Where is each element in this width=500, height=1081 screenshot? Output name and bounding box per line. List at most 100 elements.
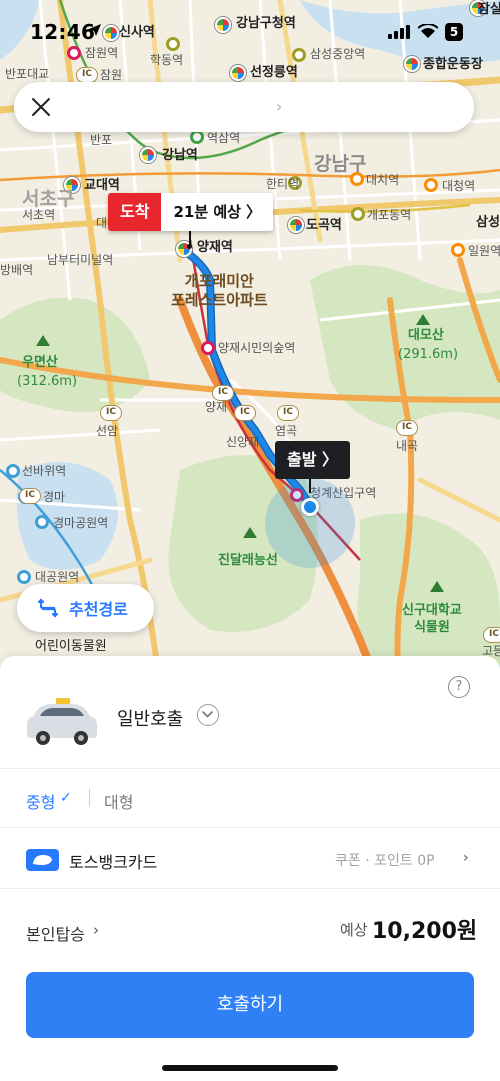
divider [0, 768, 500, 769]
check-icon: ✓ [60, 790, 72, 806]
map-label: 염곡 [275, 424, 298, 438]
map-label: 선정릉역 [250, 65, 298, 80]
ic-badge: IC [76, 67, 98, 83]
map-label: 진달래능선 [218, 553, 278, 568]
divider [0, 827, 500, 828]
close-icon[interactable] [30, 96, 52, 118]
map-label: 경마공원역 [53, 516, 109, 530]
payment-card-name[interactable]: 토스뱅크카드 [69, 849, 157, 873]
map-label: 강남구 [314, 153, 367, 175]
status-time: 12:46 [30, 20, 96, 44]
mountain-icon [243, 527, 257, 538]
map-label: 일원역 [468, 244, 500, 258]
recommend-route-button[interactable]: 추천경로 [17, 584, 154, 632]
map-label: 대치역 [366, 173, 400, 187]
self-ride-option[interactable]: 본인탑승 [26, 921, 85, 945]
ic-badge: IC [212, 385, 234, 401]
divider [0, 888, 500, 889]
map-pin-gangnam[interactable] [140, 147, 156, 163]
mountain-icon [36, 335, 50, 346]
home-indicator[interactable] [162, 1065, 338, 1071]
service-dropdown[interactable] [197, 704, 219, 726]
map-label-apartment: 개포래미안 포레스트아파트 [171, 272, 268, 309]
battery-icon: 5 [445, 23, 463, 41]
map-label: 반포 [90, 133, 113, 147]
map-pin-daegongwon[interactable] [17, 570, 31, 584]
call-taxi-button[interactable]: 호출하기 [26, 972, 474, 1038]
map-pin-ilwon[interactable] [451, 243, 465, 257]
map-label: 강남역 [162, 148, 198, 163]
ride-options-sheet: ? 일반호출 중형 ✓ 대형 토스뱅크카드 쿠폰 · 포인트 0P › 본인탑승… [0, 656, 500, 1081]
map-label: 대 [96, 216, 108, 230]
ic-badge: IC [19, 488, 41, 504]
coupon-points[interactable]: 쿠폰 · 포인트 0P [335, 850, 435, 870]
map-label: 선암 [96, 424, 119, 438]
map-label: 방배역 [0, 263, 34, 277]
map-pin-yeoksam[interactable] [190, 130, 204, 144]
arrive-point [187, 244, 192, 249]
ic-badge: IC [483, 627, 500, 643]
status-bar: 12:46 5 [0, 0, 500, 60]
map-label: 어린이동물원 [35, 639, 107, 654]
map-label: 남부터미널역 [47, 253, 114, 267]
cellular-signal-icon [388, 25, 410, 39]
wifi-icon [418, 24, 438, 38]
map-label: 선바위역 [22, 464, 67, 478]
map-pin-seonjeongneung[interactable] [230, 65, 246, 81]
map-pin-dogok[interactable] [288, 217, 304, 233]
map-label: (312.6m) [17, 374, 78, 389]
map-pin-gaepodong[interactable] [351, 207, 365, 221]
size-option-medium[interactable]: 중형 [26, 789, 55, 813]
map-label: 신양재 [226, 435, 260, 449]
depart-stem [309, 479, 311, 493]
map-label: 우면산 [22, 355, 58, 370]
arrival-label: 도착 [108, 193, 162, 231]
taxi-car-icon [27, 698, 97, 745]
divider [89, 789, 90, 807]
chevron-down-icon [202, 711, 213, 718]
map-label: 대모산 [408, 328, 444, 343]
map-label: 서초구 [22, 188, 75, 210]
estimate-label: 예상 [340, 921, 368, 939]
map-label: 대청역 [442, 179, 476, 193]
map-label: 한티역 [266, 177, 300, 191]
chevron-right-icon: › [93, 921, 99, 939]
ic-badge: IC [396, 420, 418, 436]
ic-badge: IC [100, 405, 122, 421]
map-label: 도곡역 [306, 218, 342, 233]
map-label: 신구대학교 식물원 [402, 603, 462, 635]
mountain-icon [416, 314, 430, 325]
ic-badge: IC [277, 405, 299, 421]
arrival-eta: 21분 예상 〉 [161, 193, 274, 231]
recommend-route-label: 추천경로 [69, 600, 128, 619]
map-pin-daecheong[interactable] [424, 178, 438, 192]
map-label: 양재역 [197, 240, 233, 255]
arrive-stem [189, 231, 191, 245]
map-label: 서초역 [22, 208, 56, 222]
map-label: 교대역 [84, 178, 120, 193]
current-location-dot [301, 498, 319, 516]
route-chevron-icon: › [276, 97, 283, 116]
map-label: 대공원역 [35, 570, 80, 584]
route-search-bar[interactable]: › [14, 82, 474, 132]
map-pin-yangjae-citizen[interactable] [201, 341, 215, 355]
map-pin-seonbawi[interactable] [6, 464, 20, 478]
map-label: 내곡 [396, 439, 419, 453]
map-label: 양재시민의숲역 [218, 341, 296, 355]
arrival-tag[interactable]: 도착 21분 예상 〉 [108, 193, 274, 231]
size-option-large[interactable]: 대형 [104, 789, 133, 813]
departure-tag[interactable]: 출발 〉 [275, 441, 351, 479]
map-pin-gyeongma-park[interactable] [35, 515, 49, 529]
location-arrow-icon [89, 24, 101, 36]
estimate-fare: 10,200원 [372, 919, 478, 944]
ic-badge: IC [234, 405, 256, 421]
map-label: 삼성 [476, 215, 500, 230]
card-icon [26, 849, 59, 871]
map-label: 역삼역 [207, 131, 241, 145]
map-label: 잠원 [100, 68, 123, 82]
help-icon[interactable]: ? [448, 676, 470, 698]
service-name[interactable]: 일반호출 [117, 705, 183, 731]
map-label: 경마 [43, 490, 66, 504]
map-label: 양재 [205, 400, 228, 414]
map-label: 반포대교 [5, 67, 50, 81]
